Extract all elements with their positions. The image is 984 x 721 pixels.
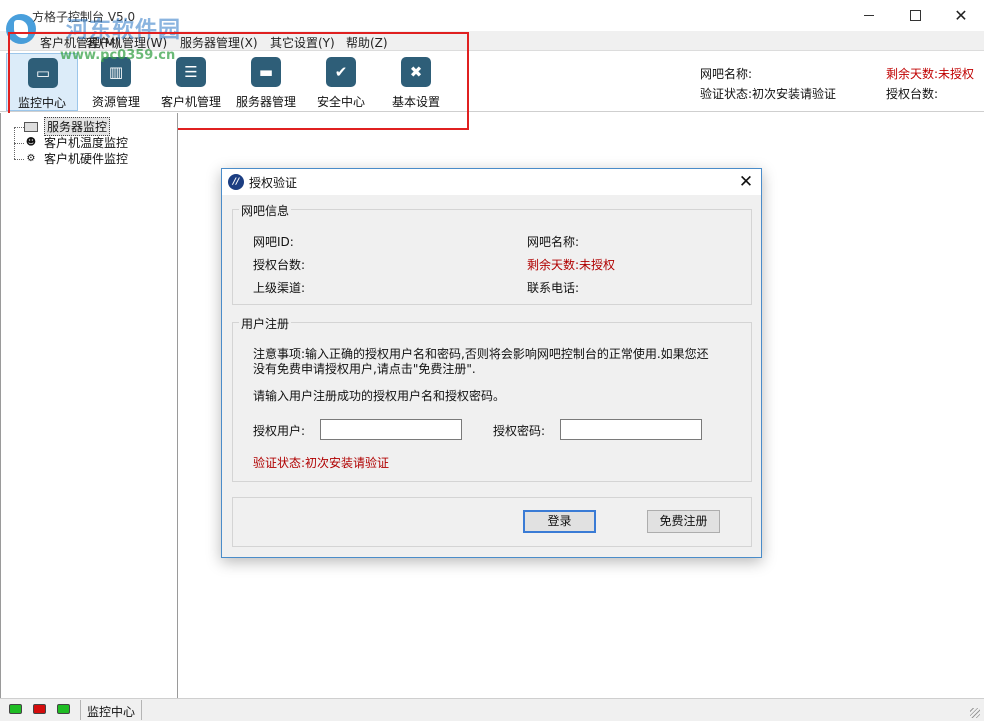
- remaining-days-label: 剩余天数:未授权: [527, 258, 616, 272]
- tree-item-server-monitor[interactable]: 服务器监控: [24, 117, 111, 136]
- tree-item-client-temp[interactable]: ☻ 客户机温度监控: [24, 135, 128, 150]
- status-led-green: [57, 704, 70, 714]
- auth-password-label: 授权密码:: [493, 424, 546, 438]
- tree-panel: [0, 113, 178, 698]
- notice-text: 没有免费申请授权用户,请点击"免费注册".: [253, 362, 476, 376]
- user-icon: ☻: [25, 137, 37, 148]
- group-title: 网吧信息: [239, 202, 292, 219]
- verify-status: 验证状态:初次安装请验证: [700, 87, 837, 101]
- resize-grip[interactable]: [970, 708, 980, 718]
- status-led-red: [33, 704, 46, 714]
- auth-dialog: // 授权验证 ✕ 网吧信息 网吧ID: 网吧名称: 授权台数: 剩余天数:未授…: [221, 168, 762, 558]
- cafe-name-label: 网吧名称:: [527, 235, 580, 249]
- auth-user-label: 授权用户:: [253, 424, 306, 438]
- cafe-info-group: 网吧信息 网吧ID: 网吧名称: 授权台数: 剩余天数:未授权 上级渠道: 联系…: [232, 202, 752, 305]
- cafe-name-label: 网吧名称:: [700, 67, 753, 81]
- tree-connector: [14, 143, 24, 144]
- free-register-button[interactable]: 免费注册: [647, 510, 720, 533]
- tree-item-label: 客户机温度监控: [44, 136, 129, 150]
- auth-user-input[interactable]: [320, 419, 462, 440]
- tree-connector: [14, 127, 24, 128]
- tree-connector: [14, 159, 24, 160]
- gear-icon: ⚙: [26, 153, 36, 164]
- minimize-button[interactable]: [846, 0, 892, 31]
- status-led-green: [9, 704, 22, 714]
- group-title: 用户注册: [239, 315, 292, 332]
- cafe-id-label: 网吧ID:: [253, 235, 294, 249]
- app-logo-icon: //: [228, 174, 244, 190]
- channel-label: 上级渠道:: [253, 281, 306, 295]
- verify-status-text: 验证状态:初次安装请验证: [253, 456, 390, 470]
- dialog-close-button[interactable]: ✕: [732, 170, 760, 194]
- tree-item-label: 客户机硬件监控: [44, 152, 129, 166]
- button-row: 登录 免费注册: [232, 497, 752, 547]
- phone-label: 联系电话:: [527, 281, 580, 295]
- maximize-button[interactable]: [892, 0, 938, 31]
- monitor-icon: [24, 121, 38, 132]
- remaining-days: 剩余天数:未授权: [886, 67, 975, 81]
- status-text: 监控中心: [80, 700, 143, 720]
- auth-count-label: 授权台数:: [253, 258, 306, 272]
- tree-item-client-hardware[interactable]: ⚙ 客户机硬件监控: [24, 151, 129, 166]
- register-group: 用户注册 注意事项:输入正确的授权用户名和密码,否则将会影响网吧控制台的正常使用…: [232, 315, 752, 482]
- login-button[interactable]: 登录: [523, 510, 596, 533]
- auth-count-label: 授权台数:: [886, 87, 939, 101]
- auth-password-input[interactable]: [560, 419, 702, 440]
- close-button[interactable]: ✕: [938, 0, 984, 31]
- status-bar: 监控中心: [0, 698, 984, 721]
- dialog-title: 授权验证: [249, 176, 298, 190]
- instruction-text: 请输入用户注册成功的授权用户名和授权密码。: [253, 389, 506, 403]
- dialog-title-bar: // 授权验证 ✕: [222, 169, 761, 195]
